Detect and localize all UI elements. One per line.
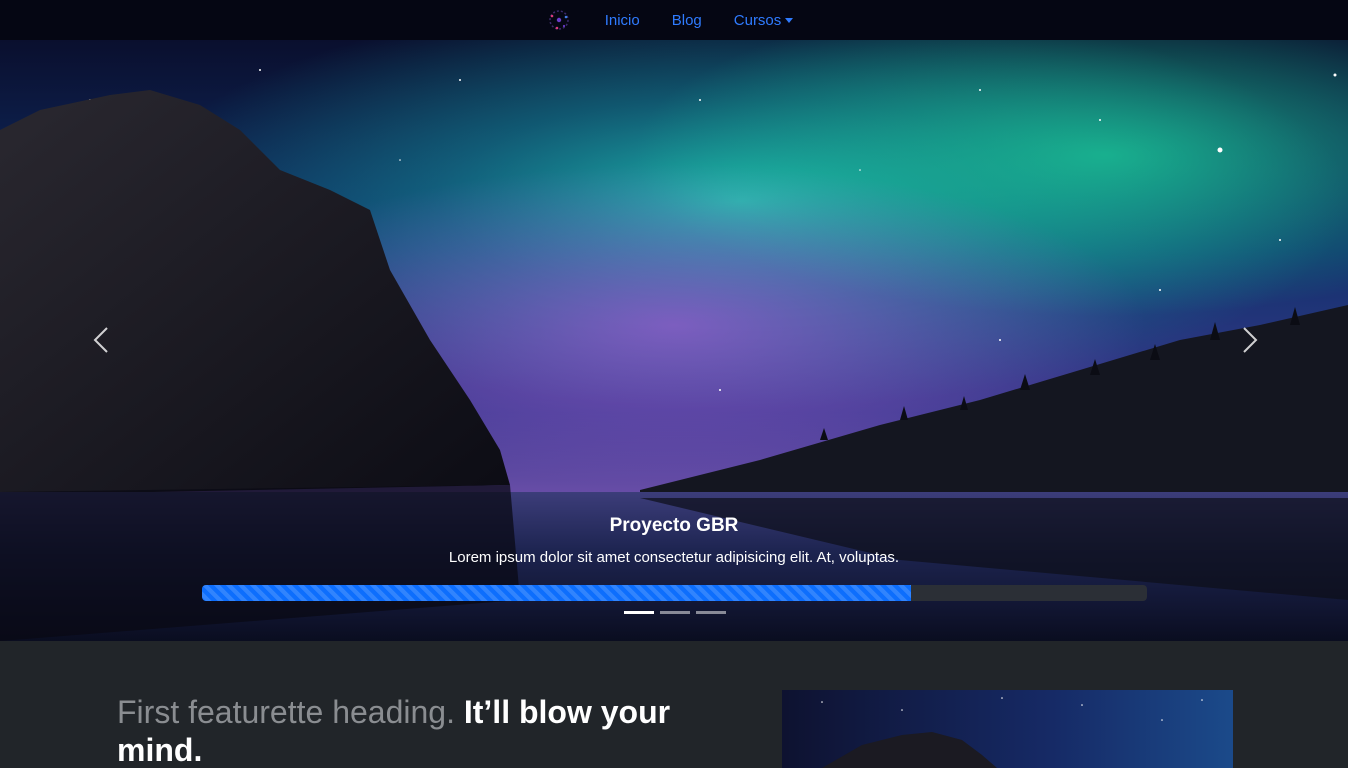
top-navbar: Inicio Blog Cursos: [0, 0, 1348, 40]
carousel-caption-text: Lorem ipsum dolor sit amet consectetur a…: [448, 549, 900, 566]
hero-carousel: Proyecto GBR Lorem ipsum dolor sit amet …: [0, 40, 1348, 641]
carousel-prev-button[interactable]: [88, 325, 118, 355]
featurette-section: First featurette heading. It’ll blow you…: [0, 641, 1348, 768]
carousel-indicator[interactable]: [624, 611, 654, 614]
nav-link-cursos[interactable]: Cursos: [734, 12, 794, 29]
chevron-down-icon: [785, 18, 794, 23]
chevron-left-icon: [93, 327, 108, 353]
carousel-indicator[interactable]: [696, 611, 726, 614]
carousel-progress-bar: [202, 585, 1147, 601]
nav-link-cursos-label: Cursos: [733, 11, 782, 29]
nav-link-inicio[interactable]: Inicio: [605, 12, 640, 29]
carousel-caption-title: Proyecto GBR: [609, 515, 739, 536]
carousel-indicator[interactable]: [660, 611, 690, 614]
atom-logo-icon[interactable]: [547, 8, 571, 32]
progress-bar-fill: [202, 585, 911, 601]
featurette-heading-muted: First featurette heading.: [117, 694, 455, 730]
carousel-next-button[interactable]: [1233, 325, 1263, 355]
featurette-image: [782, 690, 1233, 768]
nav-link-blog[interactable]: Blog: [672, 12, 702, 29]
featurette-heading: First featurette heading. It’ll blow you…: [117, 693, 717, 768]
carousel-indicators: [624, 611, 726, 614]
chevron-right-icon: [1243, 327, 1258, 353]
